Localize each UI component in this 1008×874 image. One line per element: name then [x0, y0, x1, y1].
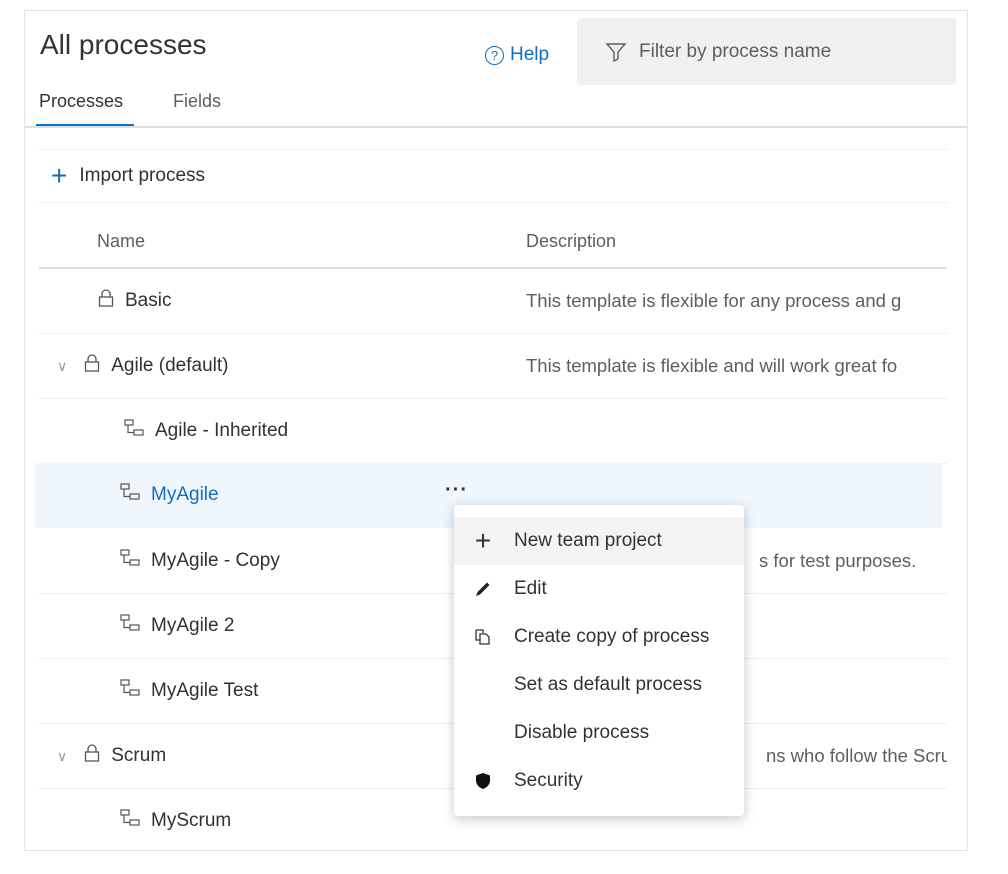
row-name-cell: MyAgile 2	[119, 594, 234, 658]
process-name[interactable]: MyAgile - Copy	[151, 550, 280, 572]
help-label: Help	[510, 44, 550, 65]
help-link[interactable]: ? Help	[485, 44, 549, 66]
chevron-down-icon[interactable]: ∨	[57, 748, 67, 765]
process-name[interactable]: Scrum	[111, 745, 166, 767]
process-name[interactable]: Basic	[125, 290, 171, 312]
menu-item-label: Security	[514, 770, 583, 791]
filter-placeholder: Filter by process name	[639, 40, 832, 62]
row-name-cell: MyAgile	[119, 463, 219, 527]
chevron-down-icon[interactable]: ∨	[57, 358, 67, 375]
import-label: Import process	[79, 165, 206, 186]
plus-icon: +	[474, 525, 492, 556]
process-name[interactable]: Agile (default)	[111, 355, 228, 377]
pencil-icon	[472, 579, 494, 599]
inherited-process-icon	[119, 482, 141, 508]
page-title: All processes	[40, 29, 207, 60]
table-row[interactable]: ∨ Agile (default) This template is flexibl…	[39, 334, 947, 399]
row-description: This template is flexible for any proces…	[526, 290, 902, 311]
column-name[interactable]: Name	[97, 231, 145, 252]
menu-item[interactable]: Set as default process	[454, 661, 744, 709]
menu-item-label: Disable process	[514, 722, 650, 743]
column-description[interactable]: Description	[526, 231, 616, 252]
tab-fields[interactable]: Fields	[173, 91, 221, 112]
lock-icon	[83, 353, 101, 379]
row-name-cell: ∨ Scrum	[57, 724, 166, 788]
import-process-button[interactable]: + Import process	[39, 149, 947, 203]
menu-item[interactable]: Security	[454, 757, 744, 805]
inherited-process-icon	[119, 678, 141, 704]
menu-item-label: New team project	[514, 530, 662, 551]
menu-item-label: Edit	[514, 578, 547, 599]
process-name[interactable]: MyAgile	[151, 484, 219, 506]
table-header: Name Description	[39, 221, 947, 269]
menu-item-label: Create copy of process	[514, 626, 710, 647]
row-description: This template is flexible and will work …	[526, 355, 898, 376]
menu-item[interactable]: Disable process	[454, 709, 744, 757]
menu-item[interactable]: Create copy of process	[454, 613, 744, 661]
menu-item[interactable]: + New team project	[454, 517, 744, 565]
copy-icon	[472, 627, 494, 647]
menu-item-label: Set as default process	[514, 674, 702, 695]
table-row[interactable]: Basic This template is flexible for any p…	[39, 269, 947, 334]
row-name-cell: MyScrum	[119, 789, 231, 850]
help-icon: ?	[485, 45, 504, 65]
plus-icon: +	[51, 160, 68, 191]
lock-icon	[83, 743, 101, 769]
menu-item[interactable]: Edit	[454, 565, 744, 613]
inherited-process-icon	[123, 418, 145, 444]
table-row[interactable]: Agile - Inherited	[39, 399, 947, 464]
inherited-process-icon	[119, 808, 141, 834]
process-name[interactable]: Agile - Inherited	[155, 420, 288, 442]
row-name-cell: MyAgile Test	[119, 659, 258, 723]
filter-input[interactable]: Filter by process name	[577, 18, 956, 85]
row-name-cell: ∨ Agile (default)	[57, 334, 228, 398]
filter-icon	[605, 42, 627, 62]
shield-icon	[472, 771, 494, 791]
process-name[interactable]: MyAgile Test	[151, 680, 258, 702]
context-menu: + New team project Edit Create copy of proc…	[454, 505, 744, 816]
row-description	[526, 399, 947, 463]
divider	[25, 126, 967, 128]
more-actions-icon[interactable]: ···	[445, 479, 468, 502]
row-name-cell: Agile - Inherited	[123, 399, 288, 463]
lock-icon	[97, 288, 115, 314]
tab-processes[interactable]: Processes	[39, 91, 123, 112]
process-name[interactable]: MyAgile 2	[151, 615, 234, 637]
inherited-process-icon	[119, 548, 141, 574]
row-name-cell: MyAgile - Copy	[119, 529, 280, 593]
row-name-cell: Basic	[97, 269, 171, 333]
inherited-process-icon	[119, 613, 141, 639]
process-name[interactable]: MyScrum	[151, 810, 231, 832]
